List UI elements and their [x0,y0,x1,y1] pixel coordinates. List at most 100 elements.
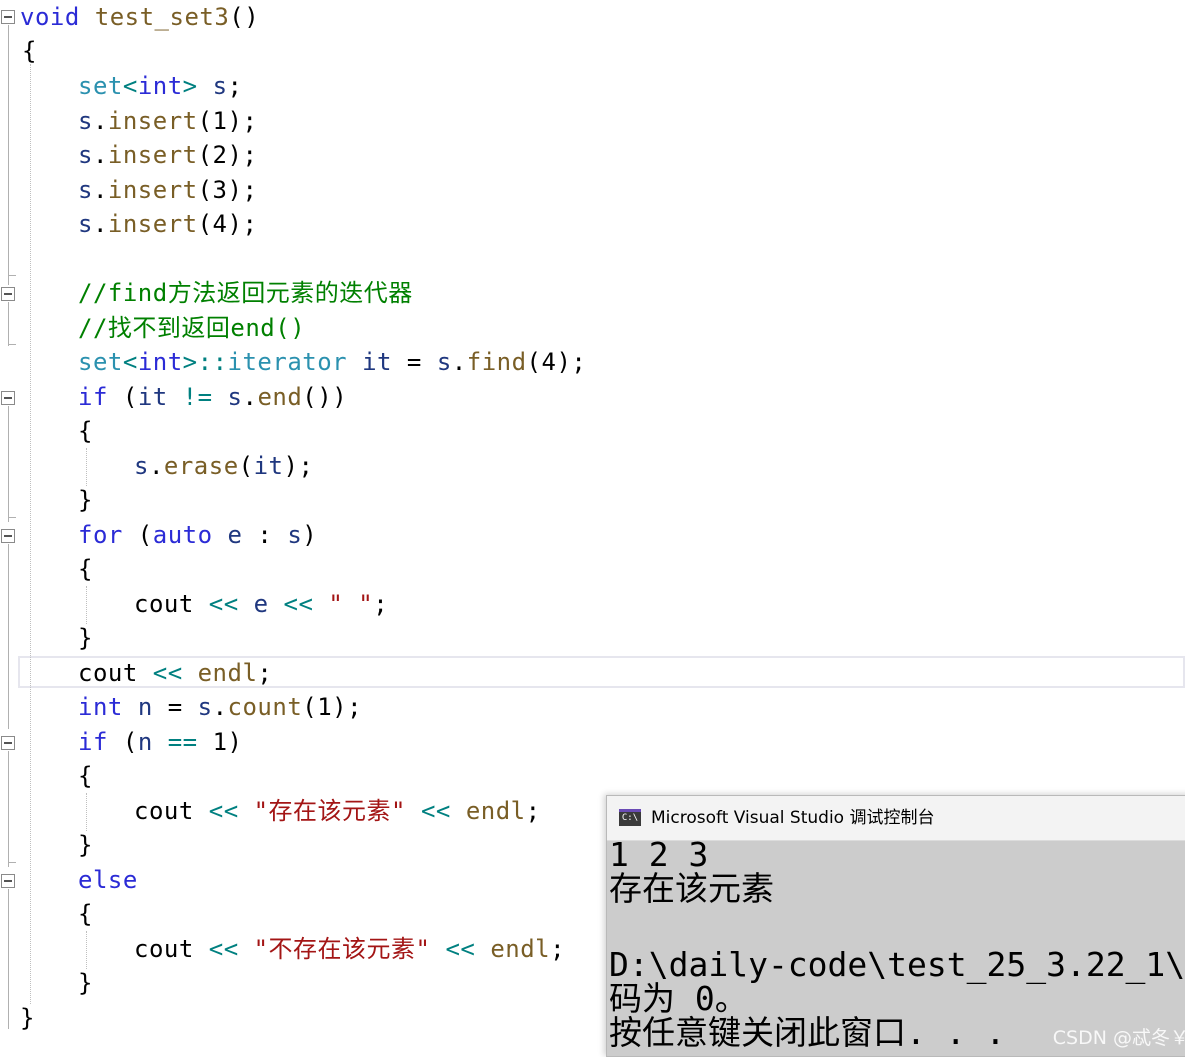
code-token: endl [197,659,258,687]
code-token: . [148,452,164,480]
code-token: . [212,693,228,721]
fold-toggle-icon[interactable] [1,874,15,888]
code-token: int [137,348,183,376]
code-token: } [78,969,93,997]
code-token: ) [302,521,318,549]
code-token: it [253,452,284,480]
code-token: "存在该元素" [253,797,407,825]
indent-guide [86,448,87,486]
code-token: = [152,693,198,721]
fold-toggle-icon[interactable] [1,391,15,405]
code-text: //找不到返回end() [78,311,305,345]
code-text: void test_set3() [20,0,259,34]
code-token: } [78,486,93,514]
code-text: { [78,897,93,931]
code-token: n [137,728,153,756]
code-token: . [92,141,108,169]
indent-guide [86,586,87,624]
code-token: cout [134,797,194,825]
code-token: count [227,693,303,721]
code-token: //找不到返回end() [78,314,306,342]
code-text: { [78,414,93,448]
code-token: (1); [302,693,363,721]
fold-region-end [8,344,16,345]
code-token: set [78,72,123,100]
code-token: 1) [197,728,243,756]
code-token: s [287,521,303,549]
fold-region-line [8,544,9,729]
code-token: if [78,728,108,756]
code-token: ; [525,797,541,825]
code-token: . [451,348,467,376]
code-token: endl [490,935,551,963]
code-text: else [78,863,138,897]
code-token: find [466,348,527,376]
fold-toggle-icon[interactable] [1,736,15,750]
code-text: } [20,1001,35,1035]
fold-region-end [8,517,16,518]
code-token: " " [328,590,374,618]
code-text: for (auto e : s) [78,518,317,552]
code-token: set [78,348,123,376]
code-token: ; [227,72,243,100]
code-token: n [137,693,153,721]
code-token: { [22,37,37,65]
console-line: D:\daily-code\test_25_3.22_1\x64 [609,945,1185,984]
code-token: (4); [197,210,258,238]
code-token: void [20,3,80,31]
code-token: = [391,348,437,376]
code-token: ; [373,590,389,618]
code-text: cout << "存在该元素" << endl; [134,794,541,828]
code-token: int [78,693,123,721]
code-token: ( [107,728,138,756]
code-token: insert [107,107,198,135]
code-token: "不存在该元素" [253,935,431,963]
code-token: (1); [197,107,258,135]
code-token: if [78,383,108,411]
fold-region-line [8,25,9,285]
code-token: } [78,831,93,859]
code-token: : [242,521,288,549]
console-app-icon: C:\ [619,809,641,826]
code-text: if (n == 1) [78,725,242,759]
fold-region-end [8,275,16,276]
code-text: set<int>::iterator it = s.find(4); [78,345,586,379]
code-token: ; [257,659,273,687]
code-token: << [152,659,183,687]
code-token: >:: [182,348,228,376]
fold-toggle-icon[interactable] [1,10,15,24]
code-text: } [78,621,93,655]
console-titlebar[interactable]: C:\ Microsoft Visual Studio 调试控制台 [607,796,1185,841]
code-token: cout [134,590,194,618]
code-token: erase [163,452,239,480]
code-token: e [253,590,269,618]
fold-toggle-icon[interactable] [1,287,15,301]
fold-toggle-icon[interactable] [1,529,15,543]
code-text: { [22,34,37,68]
debug-console-window[interactable]: C:\ Microsoft Visual Studio 调试控制台 1 2 3 … [606,795,1185,1057]
code-text: set<int> s; [78,69,242,103]
code-token: << [445,935,476,963]
console-title: Microsoft Visual Studio 调试控制台 [651,808,935,828]
code-token: endl [465,797,526,825]
code-token: { [78,762,93,790]
indent-guide [86,793,87,831]
code-token: auto [152,521,213,549]
code-token: { [78,900,93,928]
code-token: { [78,417,93,445]
code-text: { [78,759,93,793]
code-token: ( [107,383,138,411]
code-token: test_set3 [94,3,230,31]
code-token: s [78,210,93,238]
